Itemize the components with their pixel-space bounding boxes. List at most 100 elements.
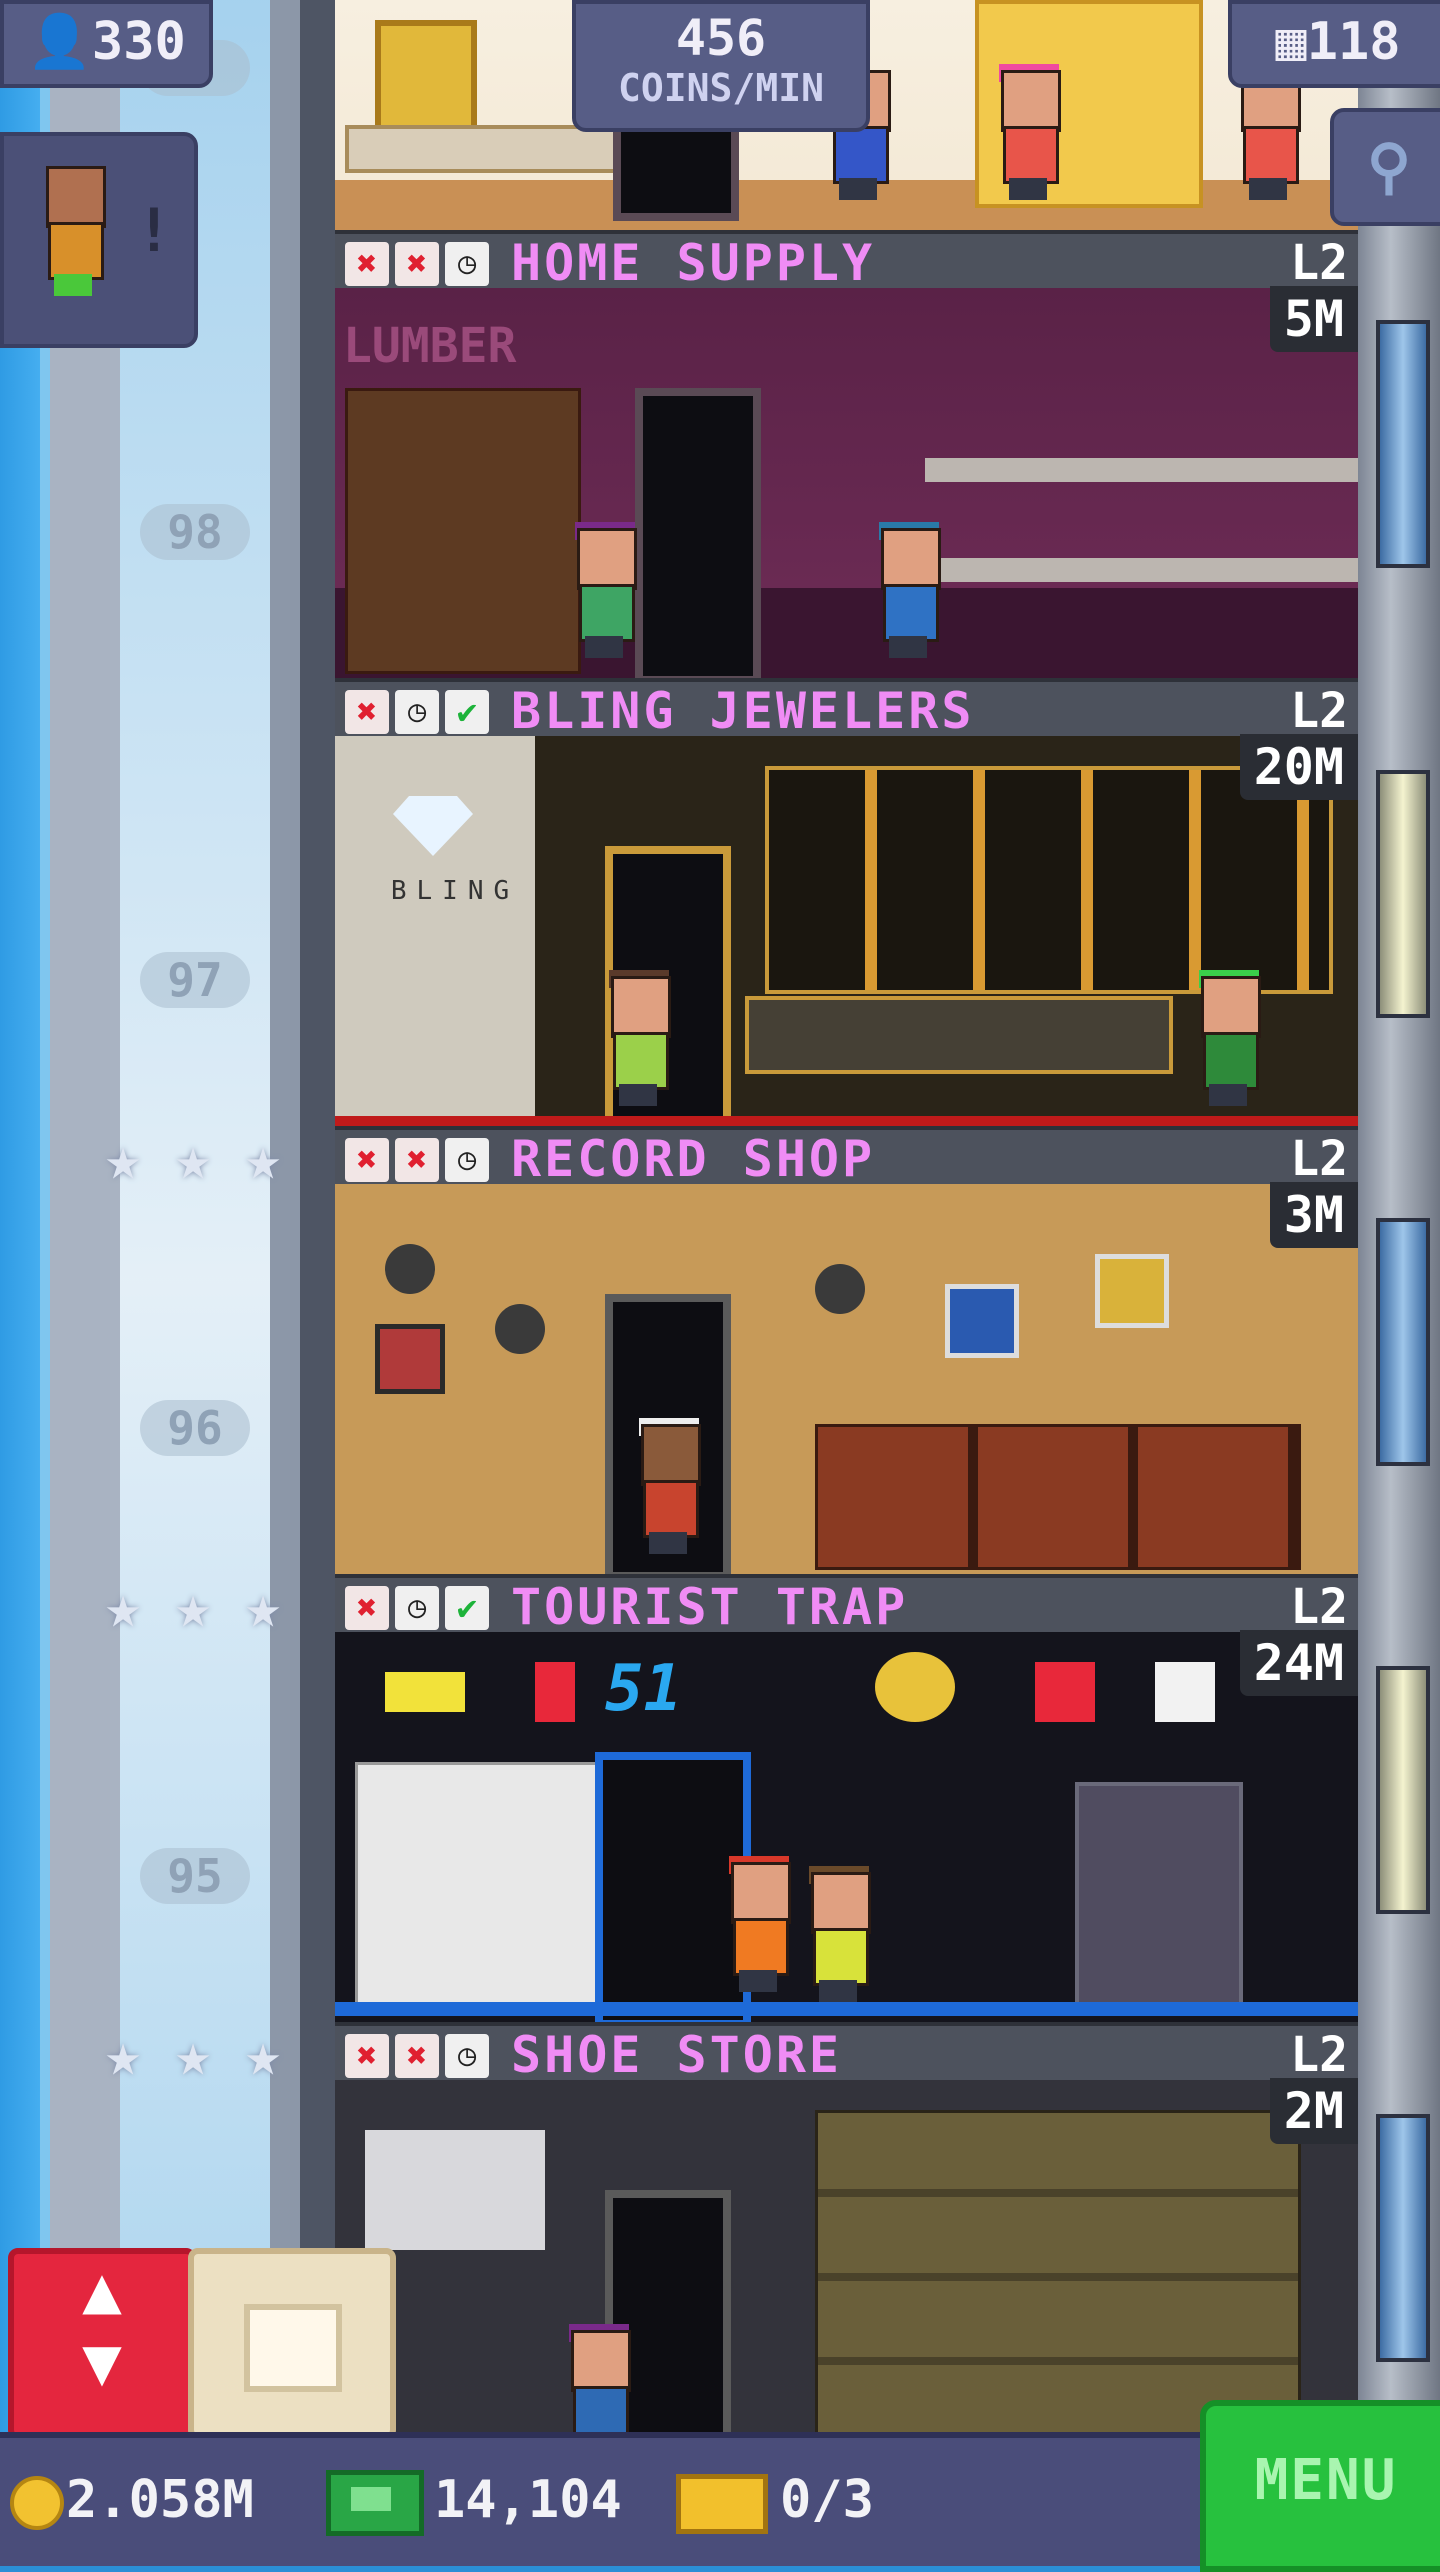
- floor-number-99: 98: [140, 504, 250, 560]
- search-button[interactable]: ⚲: [1330, 108, 1440, 226]
- lumber-rack: [345, 388, 581, 674]
- floor-room[interactable]: [335, 1184, 1358, 1574]
- souvenir: [875, 1652, 955, 1722]
- coin-balance[interactable]: 2.058M: [66, 2470, 254, 2530]
- bitizen[interactable]: [1195, 970, 1261, 1106]
- bitizen[interactable]: [605, 970, 671, 1106]
- album-frame: [945, 1284, 1019, 1358]
- bitizen[interactable]: [1235, 70, 1301, 200]
- person-icon: 👤: [27, 12, 92, 72]
- floor-room[interactable]: LUMBER: [335, 288, 1358, 678]
- alert-icon: !: [135, 196, 172, 266]
- floor-count-button[interactable]: ▦118: [1228, 0, 1440, 88]
- floor-home-supply[interactable]: ✖ ✖ ◷ HOME SUPPLY L2 5M LUMBER: [335, 230, 1358, 678]
- right-window: [1376, 1218, 1430, 1466]
- population-counter[interactable]: 👤330: [0, 0, 213, 88]
- star-icon: ★: [244, 1572, 282, 1642]
- bux-balance[interactable]: 14,104: [434, 2470, 622, 2530]
- bitizen-avatar: [40, 166, 106, 296]
- restock-time-badge: 5M: [1269, 286, 1358, 352]
- elevator-glass: [120, 0, 270, 2560]
- tool-shelf: [925, 458, 1358, 482]
- floor-header: ✖ ✖ ◷ HOME SUPPLY L2: [335, 230, 1358, 292]
- restock-time-badge: 2M: [1269, 2078, 1358, 2144]
- star-rating-shoe-store: ★ ★ ★: [92, 2024, 294, 2086]
- diamond-icon: [393, 796, 473, 856]
- restock-time-badge: 20M: [1239, 734, 1358, 800]
- floor-level: L2: [1290, 2027, 1348, 2083]
- star-icon: ★: [174, 2020, 212, 2090]
- restock-time-badge: 24M: [1239, 1630, 1358, 1696]
- floor-shoe-store[interactable]: ✖ ✖ ◷ SHOE STORE L2 2M: [335, 2022, 1358, 2470]
- star-icon: ★: [174, 1572, 212, 1642]
- souvenir: [535, 1662, 575, 1722]
- bitizen[interactable]: [805, 1866, 871, 2002]
- floor-header: ✖ ◷ ✔ TOURIST TRAP L2: [335, 1574, 1358, 1636]
- ticket-count[interactable]: 0/3: [780, 2470, 874, 2530]
- building-icon: ▦: [1275, 12, 1307, 72]
- record-bins: [815, 1424, 1301, 1570]
- souvenir: [1035, 1662, 1095, 1722]
- floor-record-shop[interactable]: ✖ ✖ ◷ RECORD SHOP L2 3M: [335, 1126, 1358, 1574]
- up-down-arrows-icon: ▲ ▼: [82, 2251, 122, 2400]
- star-icon: ★: [174, 1124, 212, 1194]
- floor-name: BLING JEWELERS: [511, 682, 975, 740]
- elevator-button[interactable]: ▲ ▼: [8, 2248, 196, 2440]
- floor-number-98: 97: [140, 952, 250, 1008]
- record-icon: [815, 1264, 865, 1314]
- clock-icon: ◷: [395, 1586, 439, 1630]
- floor-tourist-trap[interactable]: ✖ ◷ ✔ TOURIST TRAP L2 24M 51: [335, 1574, 1358, 2022]
- tool-shelf: [925, 558, 1358, 582]
- floor-bling-jewelers[interactable]: ✖ ◷ ✔ BLING JEWELERS L2 20M BLING: [335, 678, 1358, 1126]
- display-case: [1075, 1782, 1243, 2010]
- bitizen[interactable]: [725, 1856, 791, 1992]
- star-icon: ★: [244, 2020, 282, 2090]
- out-of-stock-icon: ✖: [345, 1138, 389, 1182]
- bitizen[interactable]: [995, 64, 1061, 200]
- floor-header: ✖ ✖ ◷ SHOE STORE L2: [335, 2022, 1358, 2084]
- star-icon: ★: [104, 2020, 142, 2090]
- out-of-stock-icon: ✖: [345, 2034, 389, 2078]
- bitizen[interactable]: [635, 1418, 701, 1554]
- star-rating-record-shop: ★ ★ ★: [92, 1128, 294, 1190]
- cash-icon: [326, 2470, 424, 2536]
- star-icon: ★: [244, 1124, 282, 1194]
- floor-level: L2: [1290, 235, 1348, 291]
- shoe-wall: [815, 2110, 1301, 2446]
- floor-name: SHOE STORE: [511, 2026, 843, 2084]
- coins-per-minute-display: 456 COINS/MIN: [572, 0, 870, 132]
- sky-and-elevator-shaft: [0, 0, 335, 2560]
- coins-per-minute-value: 456: [675, 9, 767, 67]
- wall-art: [375, 20, 477, 132]
- display-case: [745, 996, 1173, 1074]
- floor-room[interactable]: BLING: [335, 736, 1358, 1126]
- jewelry-cabinet: [765, 766, 1333, 994]
- floor-level: L2: [1290, 683, 1348, 739]
- floor-count-value: 118: [1306, 12, 1401, 72]
- in-stock-icon: ✔: [445, 1586, 489, 1630]
- floor-name: HOME SUPPLY: [511, 234, 876, 292]
- bitizen-notification[interactable]: !: [0, 132, 198, 348]
- lumber-sign: LUMBER: [343, 318, 517, 374]
- elevator-door: [635, 388, 761, 678]
- bitizen[interactable]: [875, 522, 941, 658]
- out-of-stock-icon: ✖: [345, 1586, 389, 1630]
- floor-header: ✖ ✖ ◷ RECORD SHOP L2: [335, 1126, 1358, 1188]
- floor-number-97: 96: [140, 1400, 250, 1456]
- floor-room[interactable]: 51: [335, 1632, 1358, 2022]
- stock-status-icons: ✖ ✖ ◷: [345, 2034, 489, 2078]
- floor-header: ✖ ◷ ✔ BLING JEWELERS L2: [335, 678, 1358, 740]
- right-window: [1376, 770, 1430, 1018]
- stock-status-icons: ✖ ◷ ✔: [345, 690, 489, 734]
- menu-button[interactable]: MENU: [1200, 2400, 1440, 2572]
- album-frame: [1095, 1254, 1169, 1328]
- record-icon: [495, 1304, 545, 1354]
- star-icon: ★: [104, 1572, 142, 1642]
- star-icon: ★: [104, 1124, 142, 1194]
- bitizen[interactable]: [571, 522, 637, 658]
- build-button[interactable]: [188, 2248, 396, 2440]
- clock-icon: ◷: [445, 242, 489, 286]
- carpet-strip: [335, 1116, 1358, 1126]
- crate-icon: [244, 2304, 342, 2392]
- record-icon: [385, 1244, 435, 1294]
